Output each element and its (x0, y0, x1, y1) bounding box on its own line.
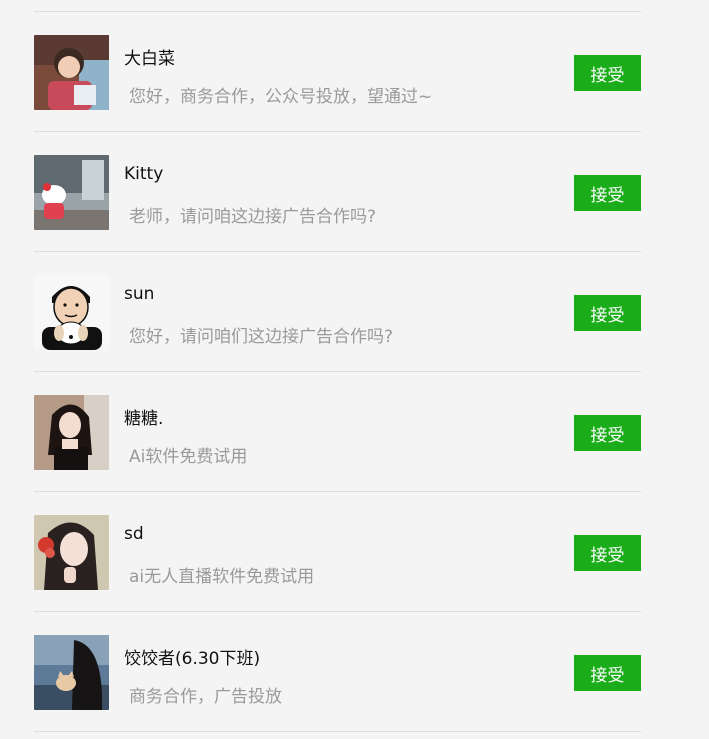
list-item: 饺饺者(6.30下班) 商务合作，广告投放 接受 (34, 612, 641, 731)
divider (34, 731, 641, 732)
list-item: 糖糖. Ai软件免费试用 接受 (34, 372, 641, 491)
request-name: 糖糖. (124, 409, 164, 429)
request-message: 商务合作，广告投放 (129, 687, 282, 707)
request-message: 您好，商务合作，公众号投放，望通过~ (129, 87, 433, 107)
request-name: 饺饺者(6.30下班) (124, 649, 261, 669)
list-item: Kitty 老师，请问咱这边接广告合作吗? 接受 (34, 132, 641, 251)
list-item: sd ai无人直播软件免费试用 接受 (34, 492, 641, 611)
accept-button[interactable]: 接受 (574, 295, 641, 331)
woman-portrait-avatar[interactable] (34, 395, 109, 470)
girl-photo-avatar[interactable] (34, 35, 109, 110)
list-item: sun 您好，请问咱们这边接广告合作吗? 接受 (34, 252, 641, 371)
request-name: sun (124, 284, 155, 304)
accept-button[interactable]: 接受 (574, 55, 641, 91)
request-name: 大白菜 (124, 49, 175, 69)
girl-flower-avatar[interactable] (34, 515, 109, 590)
accept-button[interactable]: 接受 (574, 175, 641, 211)
request-message: Ai软件免费试用 (129, 447, 248, 467)
accept-button[interactable]: 接受 (574, 535, 641, 571)
woman-cat-sea-avatar[interactable] (34, 635, 109, 710)
hello-kitty-avatar[interactable] (34, 155, 109, 230)
cartoon-man-dog-avatar[interactable] (34, 275, 109, 350)
list-item: 大白菜 您好，商务合作，公众号投放，望通过~ 接受 (34, 12, 641, 131)
request-message: 老师，请问咱这边接广告合作吗? (129, 207, 377, 227)
accept-button[interactable]: 接受 (574, 415, 641, 451)
request-message: 您好，请问咱们这边接广告合作吗? (129, 327, 394, 347)
request-name: sd (124, 524, 144, 544)
accept-button[interactable]: 接受 (574, 655, 641, 691)
friend-request-list: 大白菜 您好，商务合作，公众号投放，望通过~ 接受 Kitty 老师，请问咱这边… (34, 0, 641, 732)
request-message: ai无人直播软件免费试用 (129, 567, 315, 587)
request-name: Kitty (124, 164, 164, 184)
